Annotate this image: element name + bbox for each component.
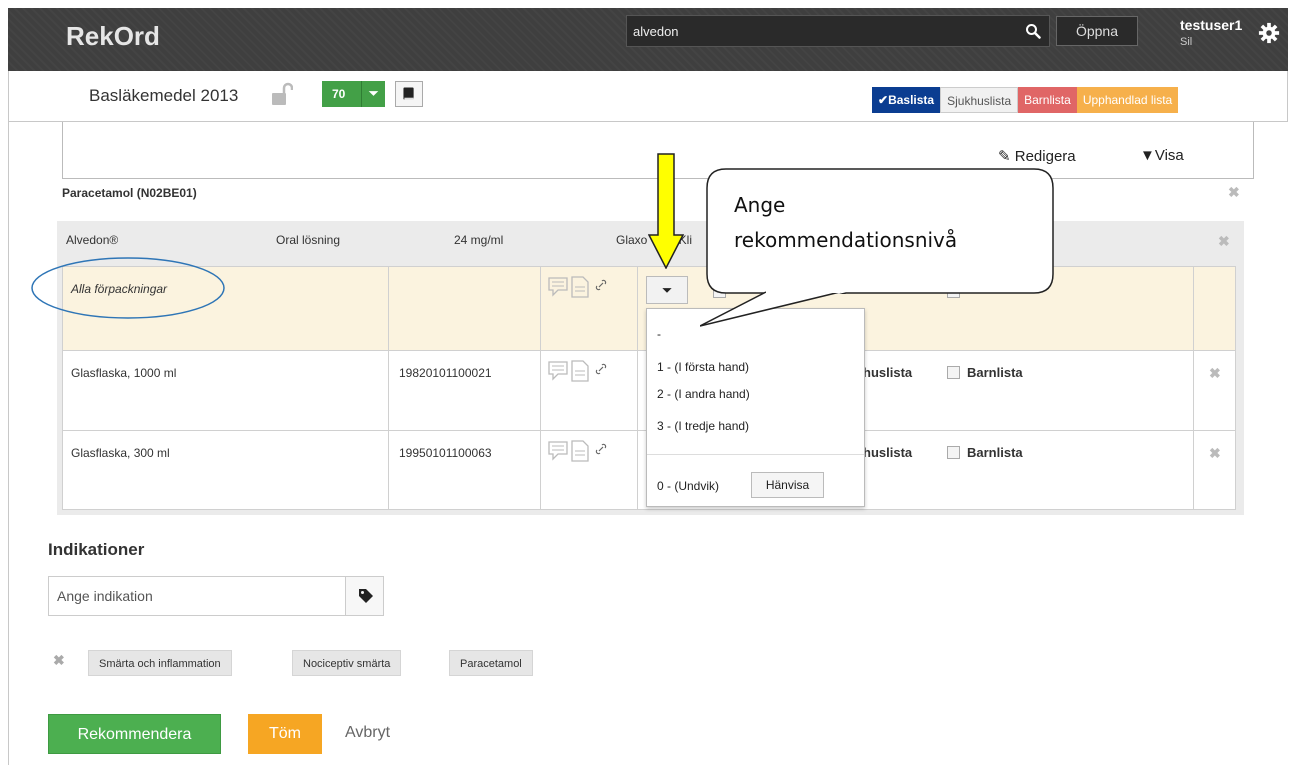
cancel-link[interactable]: Avbryt bbox=[345, 724, 390, 742]
caret-down-icon: ▼ bbox=[1140, 147, 1155, 164]
open-button[interactable]: Öppna bbox=[1056, 16, 1138, 46]
chevron-down-icon bbox=[662, 288, 672, 293]
substance-title: Paracetamol (N02BE01) bbox=[62, 186, 197, 200]
callout-tail bbox=[700, 280, 841, 327]
product-name[interactable]: Alvedon® bbox=[66, 233, 118, 247]
tag-icon bbox=[359, 589, 373, 603]
recommendation-dropdown: - 1 - (I första hand) 2 - (I andra hand)… bbox=[646, 308, 865, 507]
callout-text: Ange rekommendationsnivå bbox=[734, 193, 958, 252]
comment-icon[interactable] bbox=[547, 439, 627, 465]
avoid-option[interactable]: 0 - (Undvik) bbox=[657, 479, 719, 493]
app-logo[interactable]: RekOrd bbox=[66, 21, 160, 52]
dropdown-option[interactable]: 3 - (I tredje hand) bbox=[657, 419, 749, 433]
dropdown-option[interactable]: - bbox=[657, 327, 661, 341]
comment-icon[interactable] bbox=[547, 275, 627, 301]
indication-tag[interactable]: Paracetamol bbox=[449, 650, 533, 676]
search-input[interactable] bbox=[627, 16, 1013, 46]
chevron-down-icon bbox=[361, 81, 379, 107]
package-code: 19820101100021 bbox=[399, 366, 492, 380]
close-product-icon[interactable]: ✖ bbox=[1218, 233, 1230, 250]
column-divider bbox=[540, 267, 541, 509]
page-frame-line bbox=[8, 122, 9, 765]
user-role: Sil bbox=[1180, 36, 1193, 48]
product-strength: 24 mg/ml bbox=[454, 233, 504, 247]
product-manufacturer: Glaxo bbox=[616, 233, 648, 247]
dropdown-option[interactable]: 1 - (I första hand) bbox=[657, 360, 749, 374]
user-name[interactable]: testuser1 bbox=[1180, 17, 1242, 33]
search-box bbox=[626, 15, 1050, 47]
search-icon[interactable] bbox=[1025, 23, 1041, 39]
list-tabs: ✔Baslista Sjukhuslista Barnlista Upphand… bbox=[872, 87, 1179, 113]
unlock-icon[interactable] bbox=[271, 82, 293, 106]
comment-icon[interactable] bbox=[547, 359, 627, 385]
remove-package-icon[interactable]: ✖ bbox=[1209, 365, 1221, 382]
arrow-down-icon bbox=[648, 153, 684, 269]
column-divider bbox=[388, 267, 389, 509]
indications-title: Indikationer bbox=[48, 540, 145, 559]
list-toolbar: Basläkemedel 2013 70 ✔Baslista Sjukhusli… bbox=[8, 71, 1288, 122]
barnlista-checkbox[interactable] bbox=[947, 366, 960, 379]
book-icon bbox=[403, 87, 414, 100]
count-dropdown-button[interactable]: 70 bbox=[322, 81, 385, 107]
indication-field bbox=[48, 576, 384, 616]
close-substance-icon[interactable]: ✖ bbox=[1228, 184, 1240, 201]
indication-input[interactable] bbox=[49, 577, 345, 615]
barnlista-label: Barnlista bbox=[967, 445, 1023, 460]
package-name: Glasflaska, 1000 ml bbox=[71, 366, 177, 380]
dropdown-divider bbox=[647, 454, 864, 455]
column-divider bbox=[637, 267, 638, 509]
package-name: Glasflaska, 300 ml bbox=[71, 446, 170, 460]
recommend-button[interactable]: Rekommendera bbox=[48, 714, 221, 754]
indication-tag[interactable]: Nociceptiv smärta bbox=[292, 650, 402, 676]
highlight-oval bbox=[31, 257, 225, 319]
remove-package-icon[interactable]: ✖ bbox=[1209, 445, 1221, 462]
tab-upphandlad-lista[interactable]: Upphandlad lista bbox=[1076, 87, 1179, 113]
indication-tag[interactable]: Smärta och inflammation bbox=[88, 650, 232, 676]
dropdown-option[interactable]: 2 - (I andra hand) bbox=[657, 387, 750, 401]
show-link[interactable]: ▼Visa bbox=[1140, 147, 1184, 164]
top-bar: RekOrd Öppna testuser1 Sil bbox=[8, 8, 1288, 71]
tag-button[interactable] bbox=[345, 577, 383, 615]
count-label: 70 bbox=[332, 87, 346, 101]
tab-barnlista[interactable]: Barnlista bbox=[1018, 87, 1077, 113]
product-form: Oral lösning bbox=[276, 233, 341, 247]
list-label: huslista bbox=[863, 365, 913, 380]
clear-tags-icon[interactable]: ✖ bbox=[53, 652, 65, 669]
barnlista-label: Barnlista bbox=[967, 365, 1023, 380]
clear-button[interactable]: Töm bbox=[248, 714, 322, 754]
gear-icon[interactable] bbox=[1258, 22, 1280, 44]
package-code: 19950101100063 bbox=[399, 446, 492, 460]
tab-sjukhuslista[interactable]: Sjukhuslista bbox=[940, 87, 1019, 113]
column-divider bbox=[1193, 267, 1194, 509]
edit-icon: ✎ bbox=[998, 148, 1011, 165]
refer-button[interactable]: Hänvisa bbox=[751, 472, 824, 498]
recommendation-select[interactable] bbox=[646, 276, 688, 304]
list-name: Basläkemedel 2013 bbox=[89, 86, 239, 105]
edit-link[interactable]: ✎ Redigera bbox=[998, 147, 1076, 165]
list-label: huslista bbox=[863, 445, 913, 460]
barnlista-checkbox[interactable] bbox=[947, 446, 960, 459]
tab-baslista[interactable]: ✔Baslista bbox=[872, 87, 941, 113]
book-button[interactable] bbox=[395, 81, 423, 107]
check-icon: ✔ bbox=[878, 93, 889, 107]
